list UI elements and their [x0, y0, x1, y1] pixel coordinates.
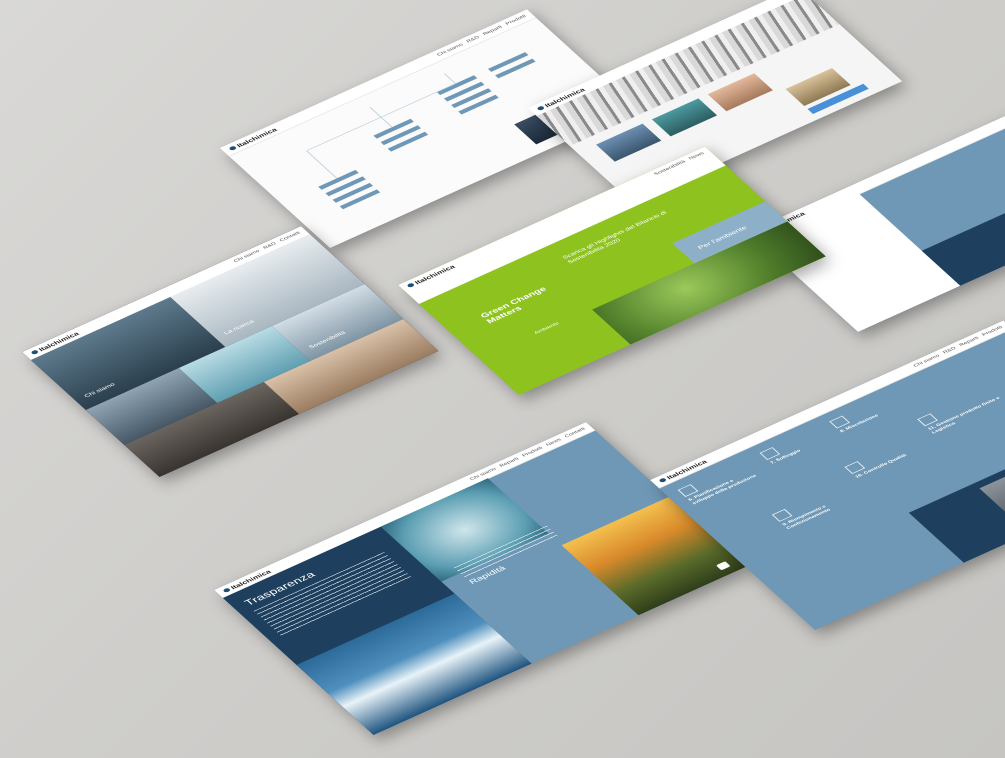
logo-mark-icon — [30, 349, 40, 355]
nav-link[interactable]: News — [545, 438, 562, 447]
process-step: 8. Miscelazione — [839, 413, 880, 434]
nav-link[interactable]: Prodotti — [521, 446, 544, 458]
nav-links[interactable]: Chi siamo Reparti Prodotti News Contatti — [469, 427, 586, 481]
brand-name: Italchimica — [664, 458, 709, 481]
nav-link[interactable]: Prodotti — [981, 325, 1004, 337]
nav-link[interactable]: Reparti — [499, 457, 520, 468]
logo-mark-icon — [406, 282, 416, 288]
process-step: 9. Riempimento e Confezionamento — [781, 504, 832, 531]
process-step: 7. Softeggio — [769, 448, 802, 465]
logo-mark-icon — [658, 477, 668, 483]
nav-link[interactable]: Reparti — [959, 336, 980, 347]
process-step: 10. Controllo Qualità — [854, 453, 908, 479]
ambiente-label: Ambiente — [533, 321, 561, 336]
nav-bar: Italchimica Chi siamo R&D Reparti Prodot… — [650, 320, 1005, 489]
logo-mark-icon — [222, 587, 232, 593]
mockup-scene: Italchimica Chi siamo R&D Reparti Prodot… — [0, 0, 1005, 758]
nav-links[interactable]: Chi siamo R&D Reparti Prodotti — [913, 325, 1004, 368]
green-logo-text: Green Change Matters — [478, 285, 549, 326]
process-step: 11. Gestione prodotto finito e Logistica — [927, 396, 1002, 435]
nav-link[interactable]: R&D — [942, 346, 957, 354]
card-trasparenza: Italchimica Chi siamo Reparti Prodotti N… — [214, 422, 746, 735]
logo-mark-icon — [536, 105, 546, 111]
nav-link[interactable]: Chi siamo — [913, 354, 941, 368]
brand-logo: Italchimica — [658, 458, 709, 483]
card-photo-grid: Italchimica Chi siamo R&D Contatti Chi s… — [22, 226, 439, 477]
logo-mark-icon — [228, 145, 238, 151]
nav-link[interactable]: Contatti — [564, 427, 587, 439]
card-right-blue: Italchimica — [748, 106, 1005, 332]
process-step: 6. Pianificazione e sviluppo della produ… — [687, 473, 758, 506]
